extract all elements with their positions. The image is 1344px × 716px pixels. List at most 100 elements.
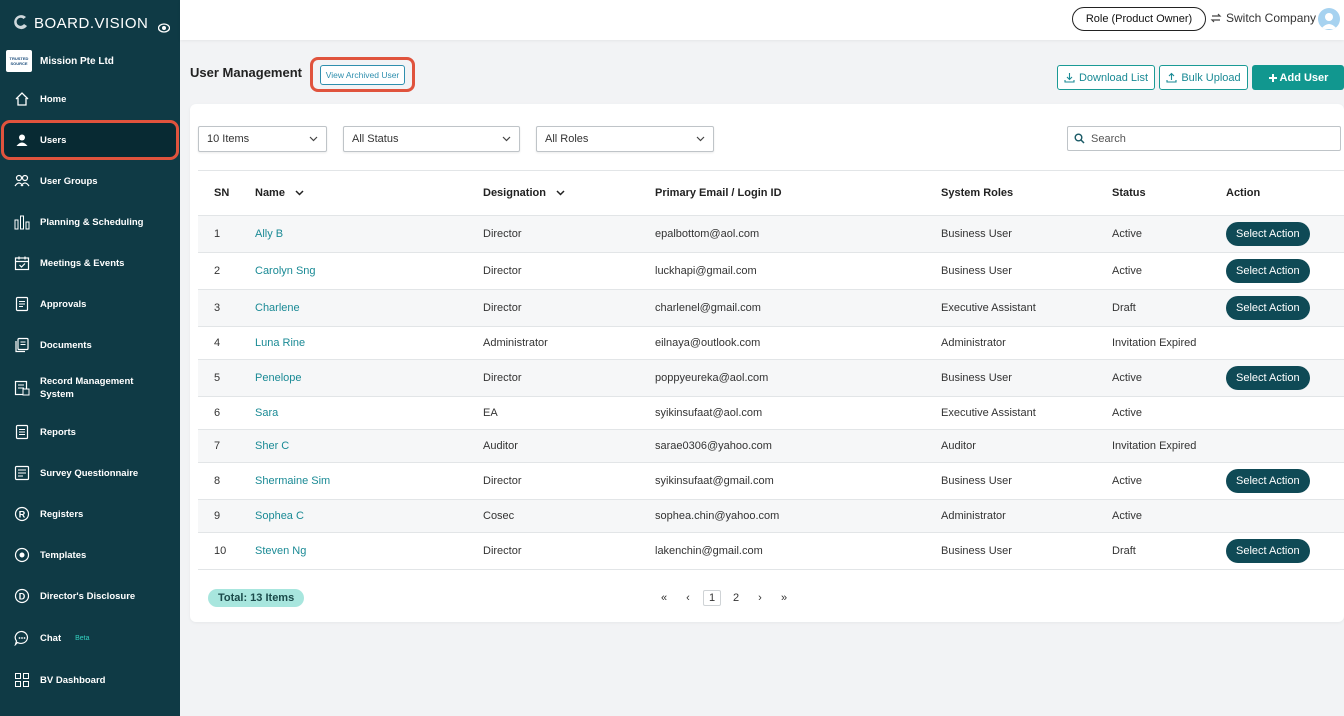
- table-header-row: SN Name Designation Primary Email / Logi…: [198, 170, 1344, 216]
- cell-name: Charlene: [255, 290, 483, 327]
- select-action-button[interactable]: Select Action: [1226, 259, 1310, 283]
- items-per-page-select[interactable]: 10 Items: [198, 126, 327, 152]
- cell-status: Draft: [1112, 545, 1136, 557]
- add-user-button[interactable]: Add User: [1252, 65, 1344, 90]
- cell-sn: 9: [214, 510, 221, 522]
- column-header-email: Primary Email / Login ID: [655, 187, 782, 199]
- chevron-down-icon: [696, 136, 705, 142]
- switch-company-label: Switch Company: [1226, 11, 1317, 25]
- sidebar-item-survey-questionnaire[interactable]: Survey Questionnaire: [4, 456, 176, 490]
- company-switcher[interactable]: TRUSTED SOURCE Mission Pte Ltd: [6, 50, 114, 72]
- sidebar-item-approvals[interactable]: Approvals: [4, 287, 176, 321]
- cell-sn: 2: [214, 265, 221, 277]
- cell-name: Sophea C: [255, 500, 483, 533]
- page-title: User Management: [190, 65, 302, 80]
- sidebar-item-label: Survey Questionnaire: [40, 467, 139, 479]
- cell-email: lakenchin@gmail.com: [655, 545, 763, 557]
- user-name-link[interactable]: Steven Ng: [255, 545, 306, 557]
- user-name-link[interactable]: Carolyn Sng: [255, 265, 316, 277]
- sidebar-item-director-s-disclosure[interactable]: D Director's Disclosure: [4, 579, 176, 613]
- select-action-button[interactable]: Select Action: [1226, 296, 1310, 320]
- user-name-link[interactable]: Luna Rine: [255, 337, 305, 349]
- avatar[interactable]: [1318, 8, 1340, 30]
- cell-sn: 4: [214, 337, 221, 349]
- cell-designation: Director: [483, 265, 522, 277]
- users-card: 10 Items All Status All Roles SN Name De…: [190, 104, 1344, 622]
- sidebar-item-label: User Groups: [40, 175, 98, 187]
- chat-icon: [14, 630, 30, 646]
- column-header-designation[interactable]: Designation: [483, 171, 655, 216]
- cell-designation: Director: [483, 228, 522, 240]
- sidebar-item-templates[interactable]: Templates: [4, 538, 176, 572]
- last-page-icon[interactable]: »: [775, 590, 793, 606]
- sidebar-item-reports[interactable]: Reports: [4, 415, 176, 449]
- record-icon: [14, 380, 30, 396]
- sidebar-item-user-groups[interactable]: User Groups: [4, 164, 176, 198]
- cell-system-role: Business User: [941, 475, 1012, 487]
- sidebar-item-label: Registers: [40, 508, 84, 520]
- sidebar-item-record-management-system[interactable]: Record Management System: [4, 371, 176, 405]
- user-name-link[interactable]: Sher C: [255, 440, 289, 452]
- user-name-link[interactable]: Charlene: [255, 302, 300, 314]
- page-1-button[interactable]: 1: [703, 590, 721, 606]
- user-name-link[interactable]: Penelope: [255, 372, 302, 384]
- column-header-name-label: Name: [255, 187, 285, 199]
- role-button[interactable]: Role (Product Owner): [1072, 7, 1206, 31]
- first-page-icon[interactable]: «: [655, 590, 673, 606]
- search-input[interactable]: [1091, 132, 1331, 145]
- cell-system-role: Business User: [941, 228, 1012, 240]
- cell-sn: 6: [214, 407, 221, 419]
- table-row: 1 Ally B Director epalbottom@aol.com Busines…: [198, 215, 1344, 253]
- status-filter-select[interactable]: All Status: [343, 126, 520, 152]
- cell-status: Invitation Expired: [1112, 337, 1197, 349]
- sidebar-item-bv-dashboard[interactable]: BV Dashboard: [4, 663, 176, 697]
- sidebar-item-chat[interactable]: Chat Beta: [4, 621, 176, 655]
- roles-filter-select[interactable]: All Roles: [536, 126, 714, 152]
- brand-logo[interactable]: BOARD.VISION: [12, 14, 148, 32]
- switch-company-button[interactable]: Switch Company: [1210, 11, 1316, 25]
- page-2-button[interactable]: 2: [727, 590, 745, 606]
- sidebar-item-label: Planning & Scheduling: [40, 216, 144, 228]
- select-action-button[interactable]: Select Action: [1226, 469, 1310, 493]
- cell-status: Active: [1112, 265, 1142, 277]
- next-page-icon[interactable]: ›: [751, 590, 769, 606]
- cell-status: Active: [1112, 372, 1142, 384]
- svg-text:D: D: [19, 592, 26, 602]
- column-header-name[interactable]: Name: [255, 171, 483, 216]
- select-action-button[interactable]: Select Action: [1226, 539, 1310, 563]
- company-name: Mission Pte Ltd: [40, 55, 114, 67]
- cell-system-role: Business User: [941, 545, 1012, 557]
- view-archived-user-button[interactable]: View Archived User: [319, 64, 406, 85]
- top-bar: Role (Product Owner) Switch Company: [180, 0, 1344, 40]
- cell-system-role: Executive Assistant: [941, 407, 1036, 419]
- cell-sn: 3: [214, 302, 221, 314]
- cell-email: sarae0306@yahoo.com: [655, 440, 772, 452]
- sidebar-item-registers[interactable]: R Registers: [4, 497, 176, 531]
- cell-email: charlenel@gmail.com: [655, 302, 761, 314]
- download-list-button[interactable]: Download List: [1057, 65, 1155, 90]
- sidebar-item-documents[interactable]: Documents: [4, 328, 176, 362]
- sidebar-item-home[interactable]: Home: [4, 82, 176, 116]
- status-filter-value: All Status: [352, 133, 399, 145]
- search-box: [1067, 126, 1341, 151]
- prev-page-icon[interactable]: ‹: [679, 590, 697, 606]
- select-action-button[interactable]: Select Action: [1226, 222, 1310, 246]
- table-row: 10 Steven Ng Director lakenchin@gmail.com Bu…: [198, 533, 1344, 570]
- cell-name: Sara: [255, 397, 483, 430]
- bulk-upload-button[interactable]: Bulk Upload: [1159, 65, 1248, 90]
- user-name-link[interactable]: Sophea C: [255, 510, 304, 522]
- select-action-button[interactable]: Select Action: [1226, 366, 1310, 390]
- cell-name: Shermaine Sim: [255, 463, 483, 500]
- eye-toggle-icon[interactable]: [157, 20, 171, 38]
- cell-system-role: Administrator: [941, 337, 1006, 349]
- sidebar-item-planning-scheduling[interactable]: Planning & Scheduling: [4, 205, 176, 239]
- cell-action: Select Action: [1226, 360, 1344, 397]
- cell-status: Draft: [1112, 302, 1136, 314]
- cell-sn: 8: [214, 475, 221, 487]
- sidebar-item-users[interactable]: Users: [1, 120, 179, 160]
- user-name-link[interactable]: Ally B: [255, 228, 283, 240]
- user-name-link[interactable]: Sara: [255, 407, 278, 419]
- user-name-link[interactable]: Shermaine Sim: [255, 475, 330, 487]
- chevron-down-icon: [309, 136, 318, 142]
- sidebar-item-meetings-events[interactable]: Meetings & Events: [4, 246, 176, 280]
